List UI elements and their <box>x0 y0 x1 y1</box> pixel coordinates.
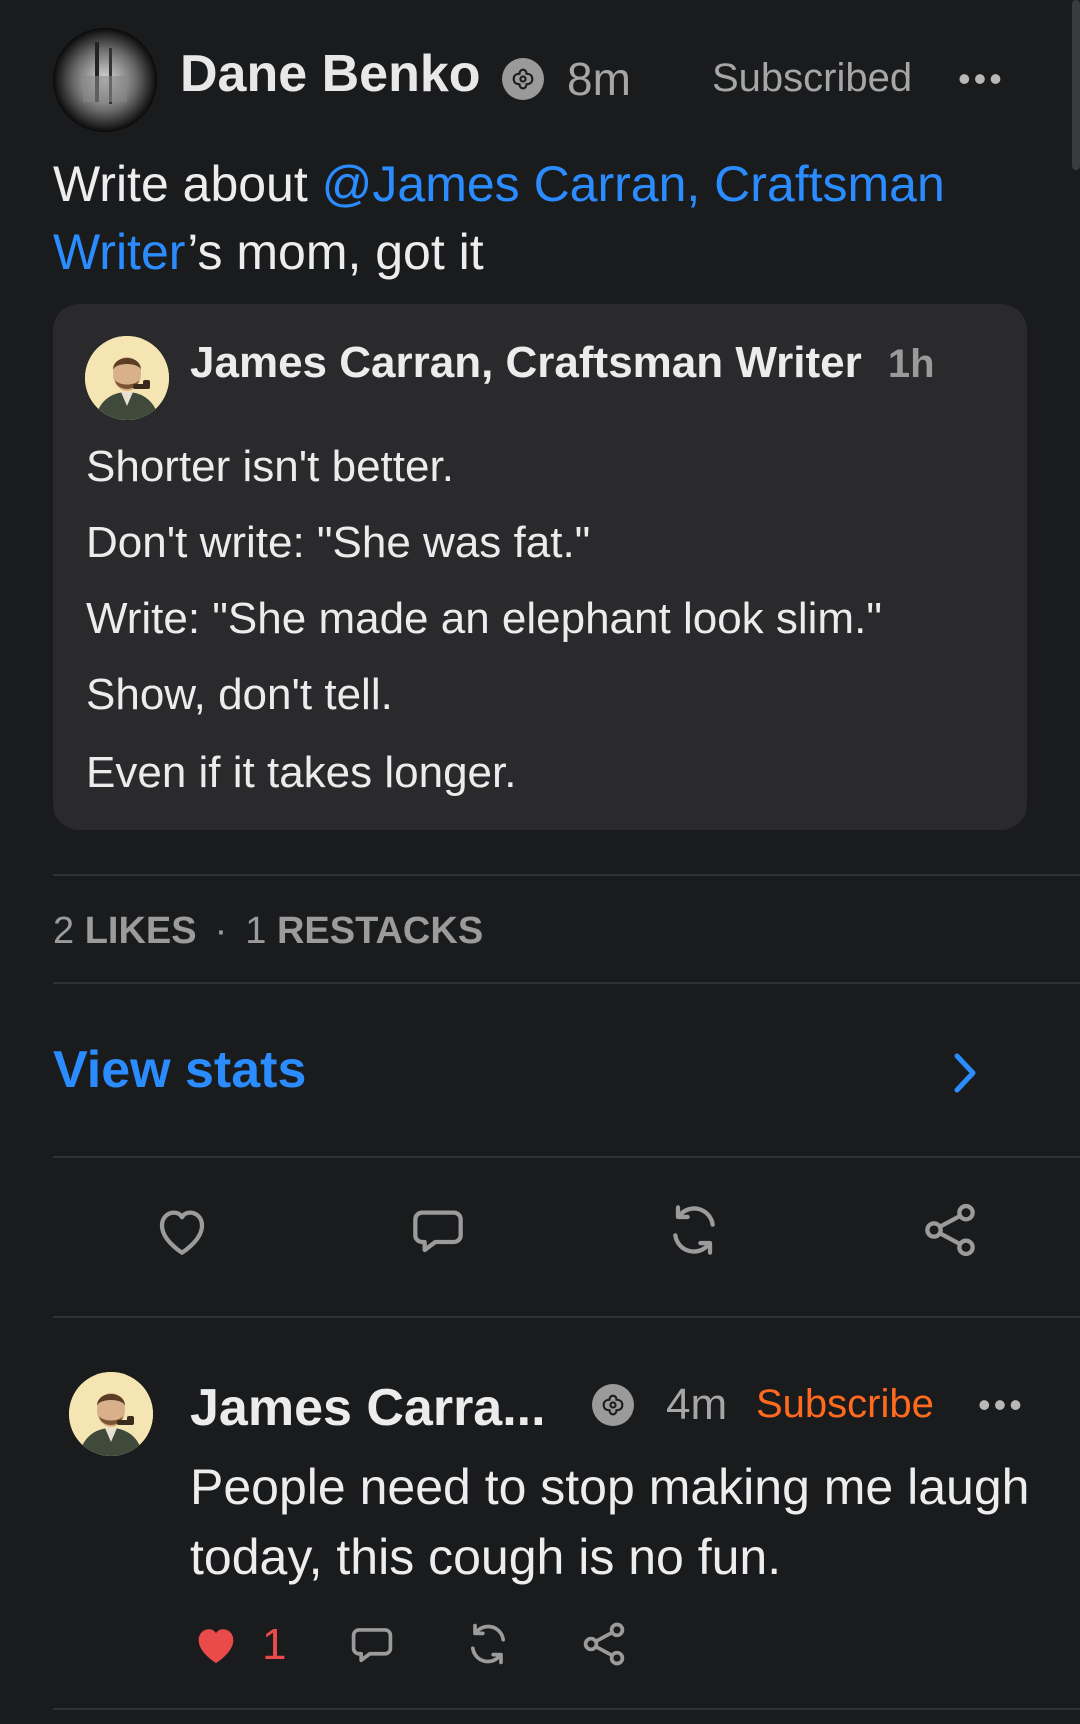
liked-heart-icon[interactable] <box>190 1618 242 1670</box>
verified-badge-icon <box>592 1384 634 1426</box>
scrollbar[interactable] <box>1072 0 1080 170</box>
reply-time: 4m <box>666 1380 728 1429</box>
post-text-before: Write about <box>53 156 322 212</box>
reply-more-options-icon[interactable]: ••• <box>978 1384 1025 1426</box>
reply-restack-icon[interactable] <box>462 1618 514 1670</box>
post-author-name[interactable]: Dane Benko <box>180 44 481 104</box>
reply-author-avatar[interactable] <box>69 1372 153 1456</box>
divider <box>53 1708 1080 1710</box>
likes-label: LIKES <box>84 910 197 952</box>
likes-count: 2 <box>53 910 75 952</box>
restacks-count: 1 <box>245 910 267 952</box>
restack-icon[interactable] <box>662 1198 726 1262</box>
divider <box>53 874 1080 876</box>
quote-author-avatar[interactable] <box>85 336 169 420</box>
share-icon[interactable] <box>918 1198 982 1262</box>
engagement-counts[interactable]: 2 LIKES · 1 RESTACKS <box>53 910 483 953</box>
chevron-right-icon[interactable] <box>945 1048 985 1098</box>
post-text: Write about @James Carran, Craftsman Wri… <box>53 150 1033 286</box>
quote-line: Even if it takes longer. <box>86 748 517 797</box>
quote-author-label: James Carran, Craftsman Writer <box>190 338 862 387</box>
more-options-icon[interactable]: ••• <box>958 58 1005 100</box>
comment-icon[interactable] <box>406 1198 470 1262</box>
verified-badge-icon <box>502 58 544 100</box>
quote-line: Shorter isn't better. <box>86 442 454 491</box>
post-text-after: ’s mom, got it <box>187 224 484 280</box>
restacks-label: RESTACKS <box>276 910 484 952</box>
post-time: 8m <box>567 53 631 105</box>
quote-time: 1h <box>887 342 935 386</box>
heart-icon[interactable] <box>150 1198 214 1262</box>
quote-line: Show, don't tell. <box>86 670 393 719</box>
subscribed-button[interactable]: Subscribed <box>712 56 912 101</box>
divider <box>53 1156 1080 1158</box>
quote-line: Don't write: "She was fat." <box>86 518 591 567</box>
reply-comment-icon[interactable] <box>346 1618 398 1670</box>
count-separator: · <box>214 910 228 952</box>
quote-line: Write: "She made an elephant look slim." <box>86 594 882 643</box>
view-stats-link[interactable]: View stats <box>53 1040 306 1100</box>
reply-text: People need to stop making me laugh toda… <box>190 1459 1030 1585</box>
subscribe-button[interactable]: Subscribe <box>756 1382 934 1427</box>
author-avatar[interactable] <box>53 28 157 132</box>
reply-like-count: 1 <box>262 1620 287 1669</box>
reply-author-name[interactable]: James Carra... <box>190 1378 546 1438</box>
reply-share-icon[interactable] <box>578 1618 630 1670</box>
quote-author-name[interactable]: James Carran, Craftsman Writer 1h <box>190 338 935 388</box>
divider <box>53 1316 1080 1318</box>
divider <box>53 982 1080 984</box>
